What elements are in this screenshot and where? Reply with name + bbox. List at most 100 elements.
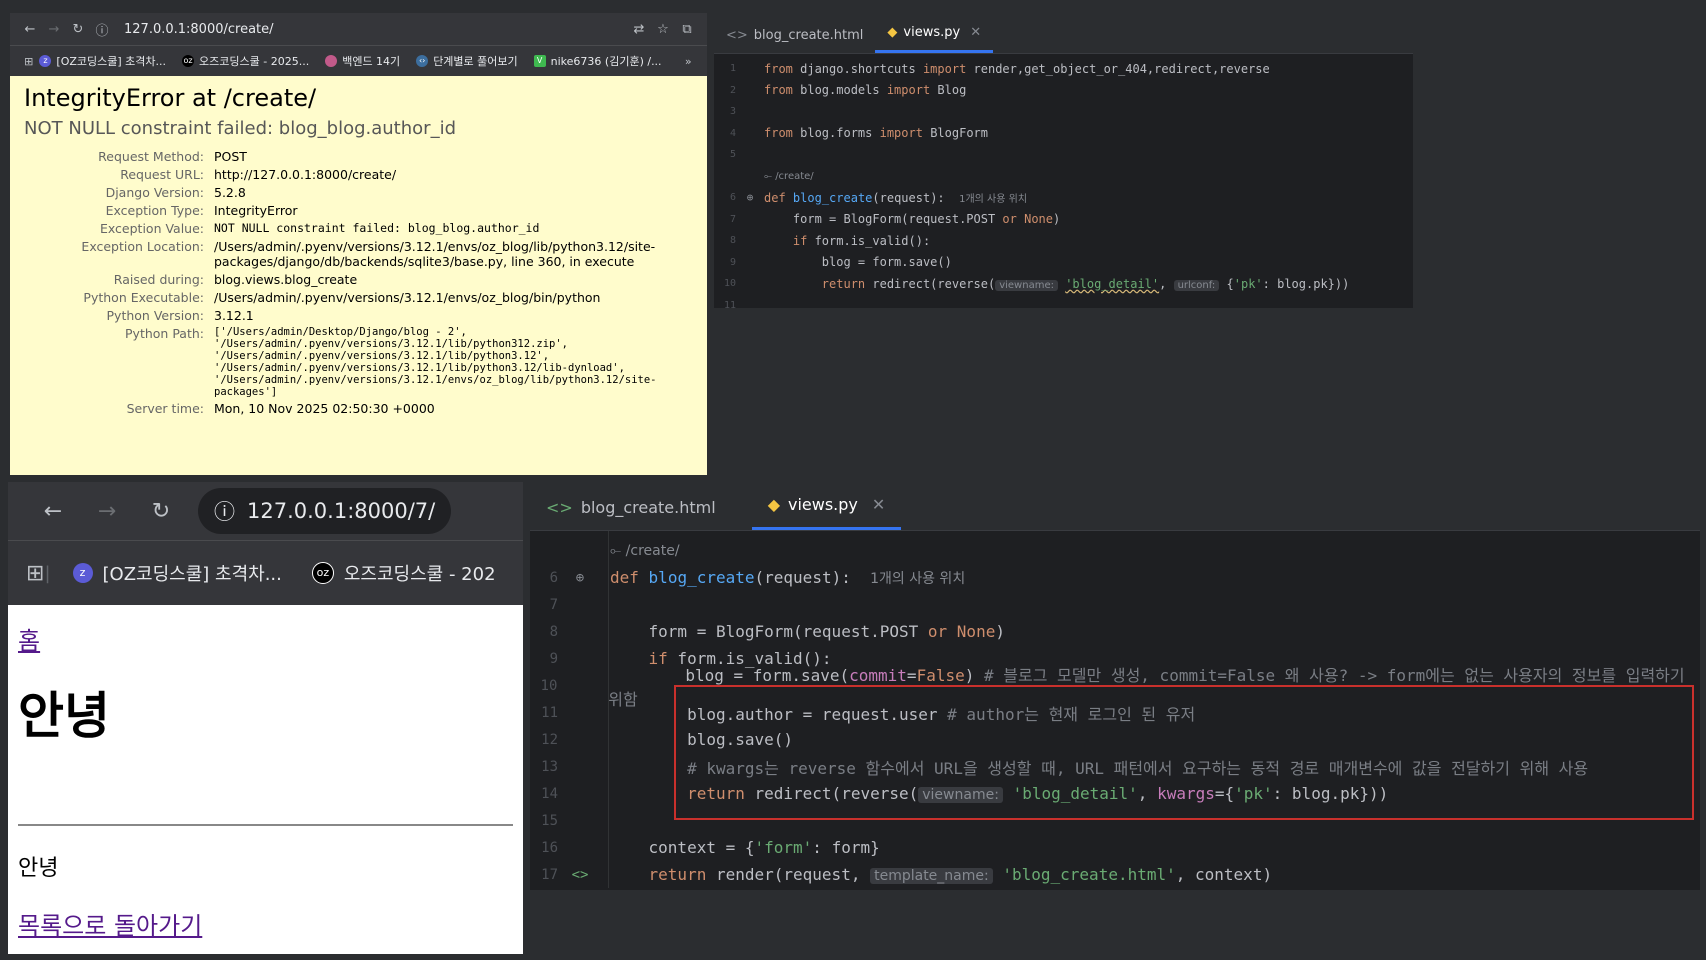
blog-content: 안녕	[18, 856, 59, 881]
bookmark-star-icon[interactable]: ☆	[651, 22, 675, 37]
bookmark-item[interactable]: oz 오즈코딩스쿨 - 2025...	[182, 53, 309, 69]
globe-icon[interactable]: ⊕	[558, 570, 602, 586]
html-template-gutter-icon[interactable]: <>	[558, 867, 602, 883]
meta-value: POST	[214, 149, 247, 164]
browser-toolbar: ← → ↻ ⓘ 127.0.0.1:8000/create/ ⇄ ☆ ⧉	[10, 13, 707, 45]
django-error-body: IntegrityError at /create/ NOT NULL cons…	[10, 76, 707, 424]
meta-value: NOT NULL constraint failed: blog_blog.au…	[214, 221, 540, 235]
html-file-icon: <>	[546, 498, 573, 517]
meta-value: Mon, 10 Nov 2025 02:50:30 +0000	[214, 401, 435, 416]
code-line: 5	[729, 149, 736, 161]
route-annotation: ⟜ /create/	[764, 170, 814, 182]
meta-value: /Users/admin/.pyenv/versions/3.12.1/envs…	[214, 290, 601, 305]
back-icon[interactable]: ←	[18, 22, 42, 37]
error-title: IntegrityError at /create/	[24, 84, 317, 112]
more-bookmarks-icon[interactable]: »	[678, 55, 699, 68]
meta-key: Python Version:	[106, 308, 204, 323]
code-editor-bottom: <> blog_create.html ◆ views.py ✕ ⟜ /crea…	[530, 482, 1700, 890]
meta-key: Server time:	[126, 401, 204, 416]
code-line: 6 ⊕ def blog_create(request): 1개의 사용 위치	[729, 191, 1028, 206]
meta-key: Raised during:	[113, 272, 204, 287]
close-tab-icon[interactable]: ✕	[970, 25, 981, 40]
site-info-icon[interactable]: ⓘ	[90, 20, 114, 39]
tab-views-py[interactable]: ◆ views.py ✕	[875, 15, 994, 53]
oz-icon: oz	[182, 55, 195, 67]
code-line: 17 <> return render(request, template_nam…	[541, 865, 1273, 884]
bookmark-item[interactable]: 백엔드 14기	[325, 53, 400, 69]
meta-value: http://127.0.0.1:8000/create/	[214, 167, 397, 182]
back-icon[interactable]: ←	[26, 499, 80, 524]
link-icon: ⟜	[610, 542, 622, 559]
python-file-icon: ◆	[887, 25, 898, 40]
bookmark-item[interactable]: z [OZ코딩스쿨] 초격차...	[39, 53, 166, 69]
code-line: 3	[729, 106, 736, 118]
tab-blog-create-html[interactable]: <> blog_create.html	[714, 18, 875, 53]
error-subtitle: NOT NULL constraint failed: blog_blog.au…	[24, 118, 456, 139]
oz-icon: oz	[311, 562, 334, 584]
reload-icon[interactable]: ↻	[134, 499, 188, 524]
reload-icon[interactable]: ↻	[66, 22, 90, 37]
code-line: 6 ⊕ def blog_create(request): 1개의 사용 위치	[549, 567, 966, 587]
extensions-icon[interactable]: ⧉	[675, 22, 699, 37]
python-file-icon: ◆	[767, 495, 780, 514]
error-meta-table: Request Method: POST Request URL: http://1…	[24, 149, 693, 416]
html-file-icon: <>	[726, 28, 748, 43]
address-bar[interactable]: 127.0.0.1:8000/create/	[124, 22, 627, 37]
code-area[interactable]: 1 from django.shortcuts import render,get…	[714, 54, 1413, 308]
bookmark-item[interactable]: z [OZ코딩스쿨] 초격차...	[72, 560, 282, 586]
tab-blog-create-html[interactable]: <> blog_create.html	[530, 485, 732, 530]
browser-toolbar: ← → ↻ ⓘ 127.0.0.1:8000/7/	[8, 482, 523, 540]
apps-grid-icon[interactable]: ⊞	[26, 561, 44, 586]
translate-icon[interactable]: ⇄	[627, 22, 651, 37]
site-info-icon[interactable]: ⓘ	[214, 496, 235, 526]
editor-tabs: <> blog_create.html ◆ views.py ✕	[714, 15, 1413, 54]
meta-key: Django Version:	[105, 185, 204, 200]
bookmark-item[interactable]: ‹› 단계별로 풀어보기	[416, 53, 518, 69]
meta-key: Exception Value:	[99, 221, 204, 236]
home-link[interactable]: 홈	[18, 621, 40, 656]
highlight-box	[674, 685, 1694, 820]
meta-key: Python Path:	[125, 326, 204, 341]
blog-detail-page: 홈 안녕 안녕 목록으로 돌아가기	[8, 605, 523, 949]
velog-icon: V	[533, 55, 546, 67]
code-line: 16 context = {'form': form}	[541, 838, 880, 857]
meta-value: ['/Users/admin/Desktop/Django/blog - 2',…	[214, 326, 657, 398]
code-area[interactable]: ⟜ /create/ 6 ⊕ def blog_create(request): 1…	[530, 531, 1700, 888]
code-line: 7 form = BlogForm(request.POST or None)	[729, 212, 1061, 227]
code-line: 7	[549, 596, 558, 613]
meta-key: Python Executable:	[83, 290, 204, 305]
address-bar[interactable]: ⓘ 127.0.0.1:8000/7/	[198, 488, 452, 534]
code-icon: ‹›	[416, 55, 429, 67]
link-icon: ⟜	[764, 170, 772, 182]
code-line: 4 from blog.forms import BlogForm	[729, 126, 988, 141]
meta-key: Exception Type:	[105, 203, 204, 218]
meta-value: 5.2.8	[214, 185, 246, 200]
tab-views-py[interactable]: ◆ views.py ✕	[751, 482, 902, 530]
code-editor-top: <> blog_create.html ◆ views.py ✕ 1 from d…	[714, 15, 1413, 308]
forward-icon[interactable]: →	[80, 499, 134, 524]
code-line: 10 return redirect(reverse(viewname: 'bl…	[723, 276, 1350, 291]
browser-window-error: ← → ↻ ⓘ 127.0.0.1:8000/create/ ⇄ ☆ ⧉ ⊞ z…	[10, 13, 707, 475]
close-tab-icon[interactable]: ✕	[872, 495, 885, 514]
bookmark-item[interactable]: oz 오즈코딩스쿨 - 202	[311, 560, 496, 586]
bookmark-item[interactable]: Vnike6736 (김기훈) /...	[533, 53, 662, 69]
editor-tabs: <> blog_create.html ◆ views.py ✕	[530, 482, 1700, 531]
forward-icon[interactable]: →	[42, 22, 66, 37]
globe-icon[interactable]: ⊕	[736, 191, 764, 204]
code-line: 2 from blog.models import Blog	[729, 83, 967, 98]
browser-window-detail: ← → ↻ ⓘ 127.0.0.1:8000/7/ ⊞ | z [OZ코딩스쿨] …	[8, 482, 523, 954]
back-to-list-link[interactable]: 목록으로 돌아가기	[18, 912, 202, 940]
bookmarks-bar: ⊞ | z [OZ코딩스쿨] 초격차... oz 오즈코딩스쿨 - 202	[8, 540, 523, 605]
meta-value: 3.12.1	[214, 308, 254, 323]
meta-value: blog.views.blog_create	[214, 272, 358, 287]
route-annotation: ⟜ /create/	[610, 542, 680, 559]
code-line: 1 from django.shortcuts import render,get…	[729, 61, 1270, 76]
meta-value: IntegrityError	[214, 203, 298, 218]
gutter-separator	[608, 531, 609, 888]
code-line: 8 if form.is_valid():	[729, 233, 931, 248]
bookmarks-divider: |	[44, 562, 51, 584]
bookmark-favicon-icon	[325, 55, 338, 67]
apps-grid-icon[interactable]: ⊞	[18, 55, 39, 68]
blog-title: 안녕	[18, 687, 110, 745]
meta-key: Request URL:	[120, 167, 204, 182]
